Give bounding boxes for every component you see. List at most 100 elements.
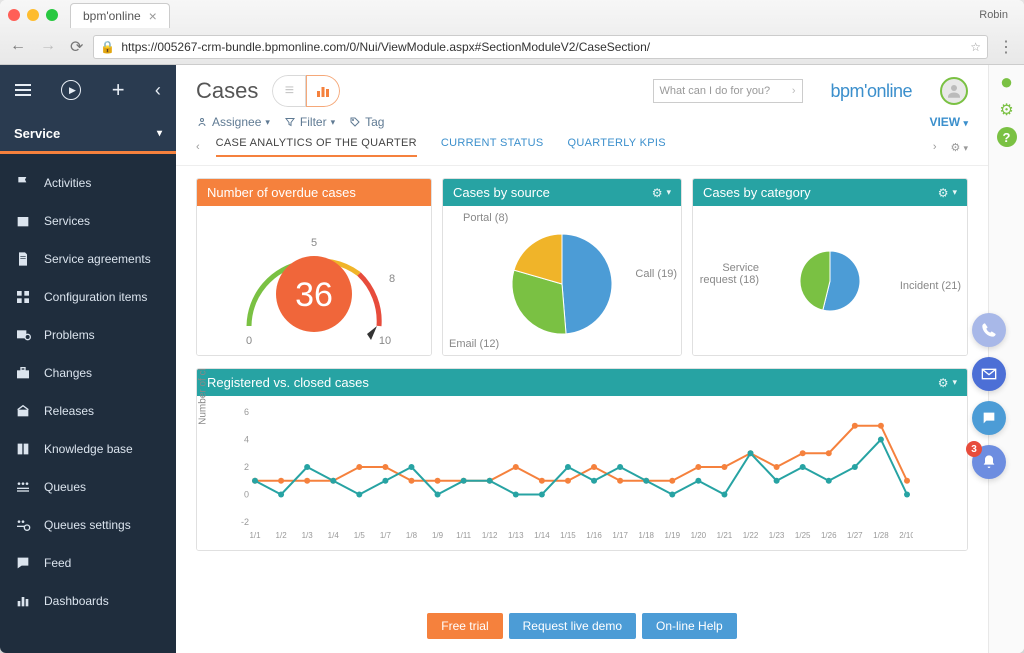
panel-overdue-body: 36 0 5 8 10 xyxy=(197,206,431,356)
browser-menu-icon[interactable]: ⋮ xyxy=(998,37,1014,57)
panel-source: Cases by source ⚙ ▾ Portal (8) Call (19)… xyxy=(442,178,682,356)
window-close-icon[interactable] xyxy=(8,9,20,21)
tab-quarterly-kpis[interactable]: QUARTERLY KPIS xyxy=(568,137,666,157)
forward-icon[interactable]: → xyxy=(40,37,56,57)
back-icon[interactable]: ← xyxy=(10,37,26,57)
sidebar-item-feed[interactable]: Feed xyxy=(0,544,176,582)
panel-line-body: Number of closed cases -202461/11/21/31/… xyxy=(197,396,967,550)
user-avatar[interactable] xyxy=(940,77,968,105)
run-icon[interactable]: ▶ xyxy=(61,80,81,100)
sidebar-item-configuration-items[interactable]: Configuration items xyxy=(0,278,176,316)
queuesettings-icon xyxy=(14,516,32,534)
panel-category-gear-icon[interactable]: ⚙ ▾ xyxy=(938,186,957,200)
address-bar[interactable]: 🔒 https://005267-crm-bundle.bpmonline.co… xyxy=(93,35,988,59)
list-view-button[interactable]: ≡ xyxy=(272,75,306,107)
book-icon xyxy=(14,440,32,458)
panel-line: Registered vs. closed cases ⚙ ▾ Number o… xyxy=(196,368,968,551)
feed-icon xyxy=(14,554,32,572)
traffic-lights xyxy=(8,9,58,21)
panel-line-gear-icon[interactable]: ⚙ ▾ xyxy=(938,376,957,390)
svg-text:1/20: 1/20 xyxy=(691,531,707,540)
doc-icon xyxy=(14,250,32,268)
global-search[interactable]: What can I do for you? › xyxy=(653,79,803,103)
rail-dot-icon[interactable]: ● xyxy=(996,71,1018,93)
dashboard-area: Number of overdue cases 36 xyxy=(176,166,988,605)
svg-text:1/4: 1/4 xyxy=(328,531,340,540)
sidebar-item-services[interactable]: Services xyxy=(0,202,176,240)
pie-label-email: Email (12) xyxy=(449,338,499,350)
sidebar-item-dashboards[interactable]: Dashboards xyxy=(0,582,176,620)
svg-text:2/10: 2/10 xyxy=(899,531,913,540)
tabs-gear-icon[interactable]: ⚙ ▾ xyxy=(951,141,968,154)
reload-icon[interactable]: ⟳ xyxy=(70,37,83,57)
fab-mail[interactable] xyxy=(972,357,1006,391)
collapse-icon[interactable]: ‹ xyxy=(155,80,161,101)
sidebar-item-knowledge-base[interactable]: Knowledge base xyxy=(0,430,176,468)
floating-actions: 3 xyxy=(972,313,1006,479)
sidebar-item-service-agreements[interactable]: Service agreements xyxy=(0,240,176,278)
svg-text:1/5: 1/5 xyxy=(354,531,366,540)
assignee-filter[interactable]: Assignee▾ xyxy=(196,115,270,129)
window-maximize-icon[interactable] xyxy=(46,9,58,21)
url-text: https://005267-crm-bundle.bpmonline.com/… xyxy=(121,40,964,54)
fab-phone[interactable] xyxy=(972,313,1006,347)
svg-text:1/15: 1/15 xyxy=(560,531,576,540)
svg-text:1/26: 1/26 xyxy=(821,531,837,540)
sidebar-item-changes[interactable]: Changes xyxy=(0,354,176,392)
panel-overdue: Number of overdue cases 36 xyxy=(196,178,432,356)
free-trial-button[interactable]: Free trial xyxy=(427,613,502,639)
svg-text:1/12: 1/12 xyxy=(482,531,498,540)
panel-category: Cases by category ⚙ ▾ Service request (1… xyxy=(692,178,968,356)
window-minimize-icon[interactable] xyxy=(27,9,39,21)
filter-filter[interactable]: Filter▾ xyxy=(284,115,335,129)
tag-filter[interactable]: Tag xyxy=(349,115,384,129)
tabs-scroll-left[interactable]: ‹ xyxy=(196,141,200,153)
notification-badge: 3 xyxy=(966,441,982,457)
svg-text:1/23: 1/23 xyxy=(769,531,785,540)
browser-window: bpm'online × Robin ← → ⟳ 🔒 https://00526… xyxy=(0,0,1024,653)
svg-text:4: 4 xyxy=(244,435,249,445)
online-help-button[interactable]: On-line Help xyxy=(642,613,737,639)
sidebar-item-problems[interactable]: Problems xyxy=(0,316,176,354)
view-link[interactable]: VIEW ▾ xyxy=(929,115,968,129)
tab-strip: bpm'online × Robin xyxy=(0,0,1024,30)
panel-category-body: Service request (18) Incident (21) xyxy=(693,206,967,355)
analytics-view-button[interactable] xyxy=(306,75,340,107)
page-title: Cases xyxy=(196,78,258,104)
bookmark-star-icon[interactable]: ☆ xyxy=(970,40,981,54)
sidebar-item-activities[interactable]: Activities xyxy=(0,164,176,202)
menu-icon[interactable] xyxy=(15,84,31,96)
panel-source-gear-icon[interactable]: ⚙ ▾ xyxy=(652,186,671,200)
svg-text:1/18: 1/18 xyxy=(638,531,654,540)
request-demo-button[interactable]: Request live demo xyxy=(509,613,636,639)
rail-help-icon[interactable]: ? xyxy=(997,127,1017,147)
browser-tab[interactable]: bpm'online × xyxy=(70,3,170,28)
profile-name[interactable]: Robin xyxy=(979,9,1016,21)
sidebar-item-queues[interactable]: Queues xyxy=(0,468,176,506)
panel-source-header: Cases by source ⚙ ▾ xyxy=(443,179,681,206)
svg-text:1/17: 1/17 xyxy=(612,531,628,540)
svg-text:2: 2 xyxy=(244,462,249,472)
tab-close-icon[interactable]: × xyxy=(149,8,157,24)
sidebar-item-releases[interactable]: Releases xyxy=(0,392,176,430)
svg-text:1/8: 1/8 xyxy=(406,531,418,540)
rail-gear-icon[interactable]: ⚙ xyxy=(996,99,1018,121)
svg-text:6: 6 xyxy=(244,407,249,417)
panel-line-header: Registered vs. closed cases ⚙ ▾ xyxy=(197,369,967,396)
search-go-icon[interactable]: › xyxy=(792,85,796,97)
fab-bell[interactable]: 3 xyxy=(972,445,1006,479)
add-icon[interactable]: + xyxy=(112,77,125,103)
pie-category-chart xyxy=(790,241,870,321)
tab-case-analytics-of-the-quarter[interactable]: CASE ANALYTICS OF THE QUARTER xyxy=(216,137,417,157)
section-selector[interactable]: Service ▾ xyxy=(0,115,176,151)
tabs-scroll-right[interactable]: › xyxy=(933,141,937,154)
nav-arrows: ← → ⟳ xyxy=(10,37,83,57)
svg-text:-2: -2 xyxy=(241,517,249,527)
fab-chat[interactable] xyxy=(972,401,1006,435)
sidebar-item-queues-settings[interactable]: Queues settings xyxy=(0,506,176,544)
svg-text:1/27: 1/27 xyxy=(847,531,863,540)
nav-list: ActivitiesServicesService agreementsConf… xyxy=(0,154,176,653)
flag-icon xyxy=(14,174,32,192)
tab-current-status[interactable]: CURRENT STATUS xyxy=(441,137,544,157)
section-label: Service xyxy=(14,126,60,141)
